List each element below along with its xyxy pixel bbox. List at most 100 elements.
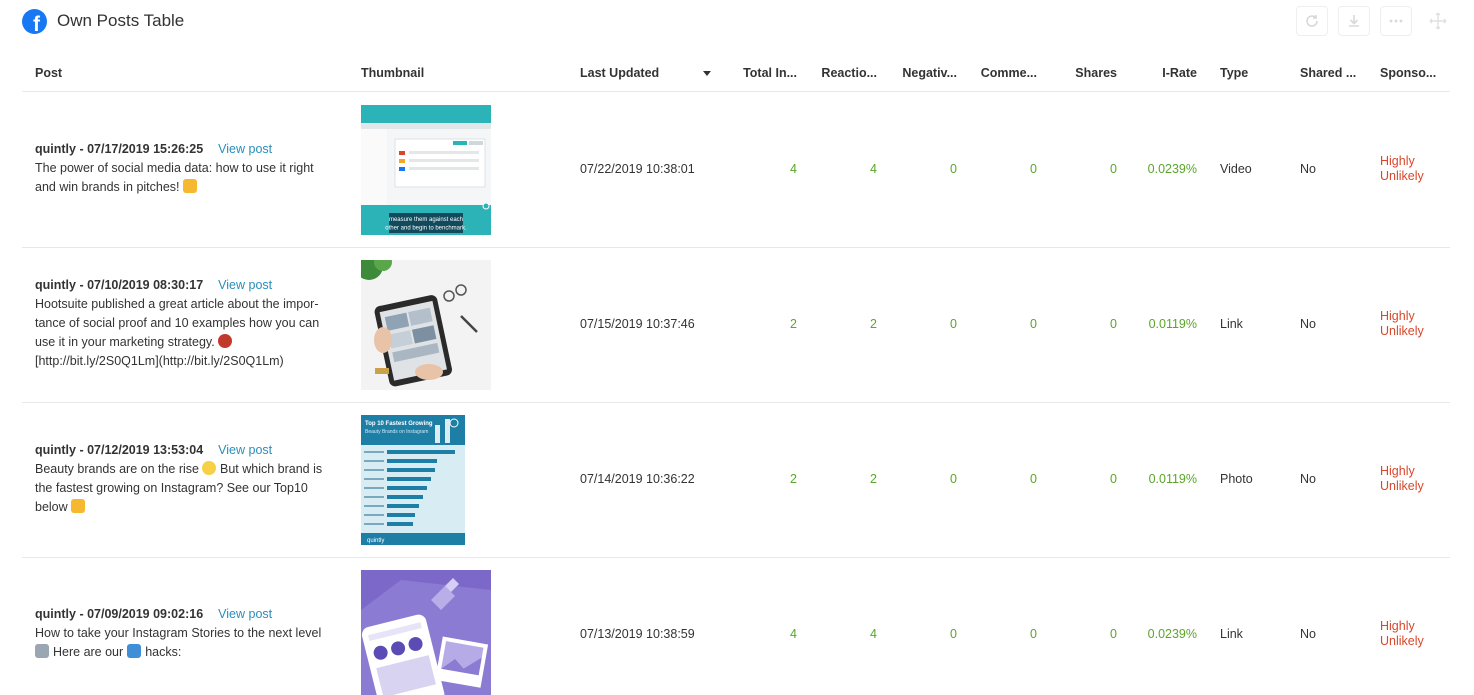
tablet-photo-image — [361, 260, 491, 390]
shared-cell: No — [1300, 162, 1316, 176]
shared-cell: No — [1300, 317, 1316, 331]
table-row: quintly - 07/17/2019 15:26:25 View post … — [22, 93, 1450, 248]
video-caption: other and begin to benchmark. — [385, 226, 467, 232]
sponsored-cell: Highly Unlikely — [1380, 619, 1424, 648]
reactions-cell: 2 — [870, 472, 877, 486]
sponsored-cell: Highly Unlikely — [1380, 309, 1424, 338]
column-header-post[interactable]: Post — [35, 66, 62, 80]
negative-cell: 0 — [950, 317, 957, 331]
instagram-stories-illustration-image — [361, 570, 491, 695]
negative-cell: 0 — [950, 162, 957, 176]
column-header-thumbnail[interactable]: Thumbnail — [361, 66, 424, 80]
post-author-date: quintly - 07/17/2019 15:26:25 — [35, 142, 204, 156]
move-handle[interactable] — [1422, 6, 1454, 36]
sponsored-cell: Highly Unlikely — [1380, 154, 1424, 183]
infographic-brand: quintly — [367, 538, 384, 544]
infographic-subtitle: Beauty Brands on Instagram — [365, 429, 428, 435]
more-button[interactable] — [1380, 6, 1412, 36]
page-title: Own Posts Table — [57, 11, 185, 30]
comments-cell: 0 — [1030, 472, 1037, 486]
view-post-link[interactable]: View post — [218, 276, 272, 295]
table-row: quintly - 07/12/2019 13:53:04 View post … — [22, 403, 1450, 558]
table-header: Post Thumbnail Last Updated Total In... … — [22, 52, 1450, 92]
post-cell: quintly - 07/17/2019 15:26:25 View post … — [35, 140, 340, 197]
post-thumbnail[interactable] — [361, 570, 491, 695]
reactions-cell: 4 — [870, 627, 877, 641]
column-header-type[interactable]: Type — [1220, 66, 1248, 80]
post-text-line: use it in your marketing strategy. — [35, 335, 215, 349]
reactions-cell: 4 — [870, 162, 877, 176]
negative-cell: 0 — [950, 472, 957, 486]
move-icon — [1429, 12, 1447, 30]
comments-cell: 0 — [1030, 317, 1037, 331]
post-author-date: quintly - 07/10/2019 08:30:17 — [35, 278, 204, 292]
last-updated-cell: 07/22/2019 10:38:01 — [580, 162, 695, 176]
toolbar — [1296, 6, 1454, 36]
column-header-last-updated[interactable]: Last Updated — [580, 66, 659, 80]
column-header-shared[interactable]: Shared ... — [1300, 66, 1356, 80]
post-text-line: below — [35, 500, 68, 514]
last-updated-cell: 07/13/2019 10:38:59 — [580, 627, 695, 641]
column-header-shares[interactable]: Shares — [1052, 66, 1117, 80]
view-post-link[interactable]: View post — [218, 140, 272, 159]
infographic-title: Top 10 Fastest Growing — [365, 421, 433, 427]
download-icon — [1349, 15, 1359, 27]
column-header-reactions[interactable]: Reactio... — [812, 66, 877, 80]
i-rate-cell: 0.0119% — [1148, 317, 1197, 331]
i-rate-cell: 0.0239% — [1147, 627, 1197, 641]
shares-cell: 0 — [1110, 162, 1117, 176]
flexed-biceps-icon — [182, 179, 197, 193]
total-interactions-cell: 2 — [790, 317, 797, 331]
comments-cell: 0 — [1030, 627, 1037, 641]
negative-cell: 0 — [950, 627, 957, 641]
view-post-link[interactable]: View post — [218, 605, 272, 624]
post-thumbnail[interactable]: measure them against each other and begi… — [361, 105, 491, 235]
column-header-i-rate[interactable]: I-Rate — [1132, 66, 1197, 80]
post-text-line: Here are our — [53, 645, 124, 659]
type-cell: Video — [1220, 162, 1252, 176]
drum-icon — [217, 334, 232, 348]
column-header-sponsored[interactable]: Sponso... — [1380, 66, 1436, 80]
video-caption: measure them against each — [389, 217, 463, 223]
post-cell: quintly - 07/10/2019 08:30:17 View post … — [35, 276, 340, 371]
post-text-line: the fastest growing on Instagram? See ou… — [35, 481, 308, 495]
sponsored-cell: Highly Unlikely — [1380, 464, 1424, 493]
total-interactions-cell: 4 — [790, 627, 797, 641]
post-thumbnail[interactable] — [361, 260, 491, 390]
table-row: quintly - 07/10/2019 08:30:17 View post … — [22, 248, 1450, 403]
last-updated-cell: 07/15/2019 10:37:46 — [580, 317, 695, 331]
view-post-link[interactable]: View post — [218, 441, 272, 460]
post-author-date: quintly - 07/09/2019 09:02:16 — [35, 607, 204, 621]
page-header: f Own Posts Table — [22, 8, 184, 34]
i-rate-cell: 0.0119% — [1148, 472, 1197, 486]
bar-chart-infographic-image: Top 10 Fastest Growing Beauty Brands on … — [361, 415, 465, 545]
more-icon — [1389, 19, 1403, 23]
post-text-line: tance of social proof and 10 examples ho… — [35, 316, 320, 330]
post-text-line: and win brands in pitches! — [35, 180, 180, 194]
type-cell: Link — [1220, 627, 1243, 641]
video-thumbnail-image: measure them against each other and begi… — [361, 105, 491, 235]
post-text-line: Beauty brands are on the rise — [35, 462, 199, 476]
shares-cell: 0 — [1110, 627, 1117, 641]
post-text-line: hacks: — [145, 645, 182, 659]
sort-desc-icon[interactable] — [703, 71, 711, 76]
comments-cell: 0 — [1030, 162, 1037, 176]
sparkles-icon — [202, 461, 216, 475]
column-header-total-interactions[interactable]: Total In... — [732, 66, 797, 80]
column-header-negative[interactable]: Negativ... — [892, 66, 957, 80]
post-author-date: quintly - 07/12/2019 13:53:04 — [35, 443, 204, 457]
post-text-line: Hootsuite published a great article abou… — [35, 297, 319, 311]
shares-cell: 0 — [1110, 317, 1117, 331]
refresh-button[interactable] — [1296, 6, 1328, 36]
facebook-icon: f — [22, 8, 47, 34]
column-header-comments[interactable]: Comme... — [972, 66, 1037, 80]
post-cell: quintly - 07/12/2019 13:53:04 View post … — [35, 441, 340, 517]
reactions-cell: 2 — [870, 317, 877, 331]
pointing-down-icon — [70, 499, 85, 513]
keycap-6-icon — [127, 644, 142, 658]
i-rate-cell: 0.0239% — [1147, 162, 1197, 176]
post-thumbnail[interactable]: Top 10 Fastest Growing Beauty Brands on … — [361, 415, 465, 545]
download-button[interactable] — [1338, 6, 1370, 36]
table-row: quintly - 07/09/2019 09:02:16 View post … — [22, 558, 1450, 695]
total-interactions-cell: 2 — [790, 472, 797, 486]
